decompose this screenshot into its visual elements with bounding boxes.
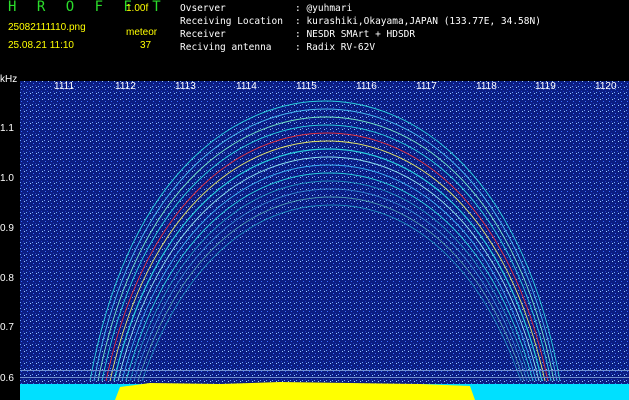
program-version: 1.00f: [126, 3, 149, 14]
info-row: Reciving antenna : Radix RV-62V: [180, 41, 541, 54]
x-tick: 1111: [54, 81, 75, 92]
info-value: : NESDR SMArt + HDSDR: [295, 29, 416, 40]
baseline-yellow: [115, 382, 475, 400]
info-value: : @yuhmari: [295, 3, 353, 14]
y-tick: 0.7: [0, 322, 14, 333]
info-label: Ovserver: [180, 3, 226, 14]
y-tick: 1.1: [0, 123, 14, 134]
info-label: Reciving antenna: [180, 42, 272, 53]
x-tick: 1117: [416, 81, 437, 92]
x-tick: 1116: [356, 81, 377, 92]
info-block: Ovserver : @yuhmari Receiving Location : k…: [180, 2, 541, 54]
spectrogram: [20, 81, 629, 400]
x-tick: 1114: [236, 81, 257, 92]
x-tick: 1112: [115, 81, 136, 92]
mode-label: meteor: [126, 27, 158, 38]
info-label: Receiving Location: [180, 16, 283, 27]
y-tick: 0.6: [0, 373, 14, 384]
x-tick: 1113: [175, 81, 196, 92]
x-tick: 1120: [595, 81, 617, 92]
grid-line: [20, 370, 629, 371]
x-tick: 1119: [535, 81, 556, 92]
x-tick: 1115: [296, 81, 317, 92]
info-row: Receiving Location : kurashiki,Okayama,JA…: [180, 15, 541, 28]
y-unit-label: kHz: [0, 74, 18, 85]
y-tick: 0.8: [0, 273, 14, 284]
info-label: Receiver: [180, 29, 226, 40]
file-name: 25082111110.png: [8, 22, 86, 33]
grid-line: [20, 377, 629, 378]
info-row: Ovserver : @yuhmari: [180, 2, 541, 15]
info-value: : Radix RV-62V: [295, 42, 376, 53]
x-tick: 1118: [476, 81, 497, 92]
timestamp: 25.08.21 11:10: [8, 40, 74, 51]
event-count: 37: [140, 40, 152, 51]
y-tick: 1.0: [0, 173, 14, 184]
y-tick: 0.9: [0, 223, 14, 234]
info-value: : kurashiki,Okayama,JAPAN (133.77E, 34.5…: [295, 16, 541, 27]
info-row: Receiver : NESDR SMArt + HDSDR: [180, 28, 541, 41]
